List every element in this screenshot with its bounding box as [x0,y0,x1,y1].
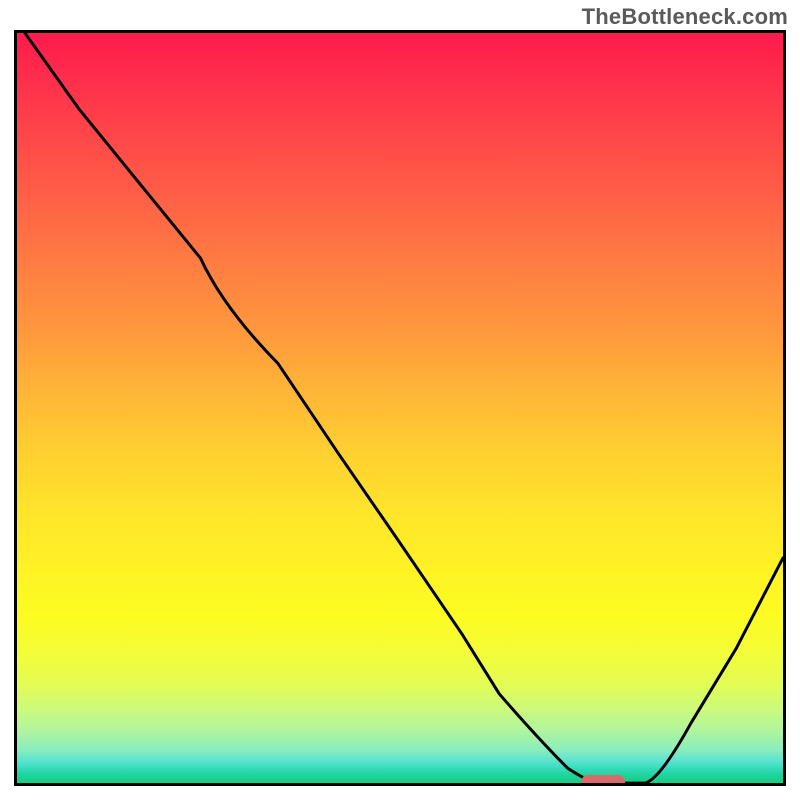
watermark-text: TheBottleneck.com [582,4,788,30]
bottleneck-curve [17,33,783,783]
plot-area [14,30,786,786]
chart-container: TheBottleneck.com [0,0,800,800]
optimal-marker [581,775,625,786]
curve-path [25,33,783,783]
